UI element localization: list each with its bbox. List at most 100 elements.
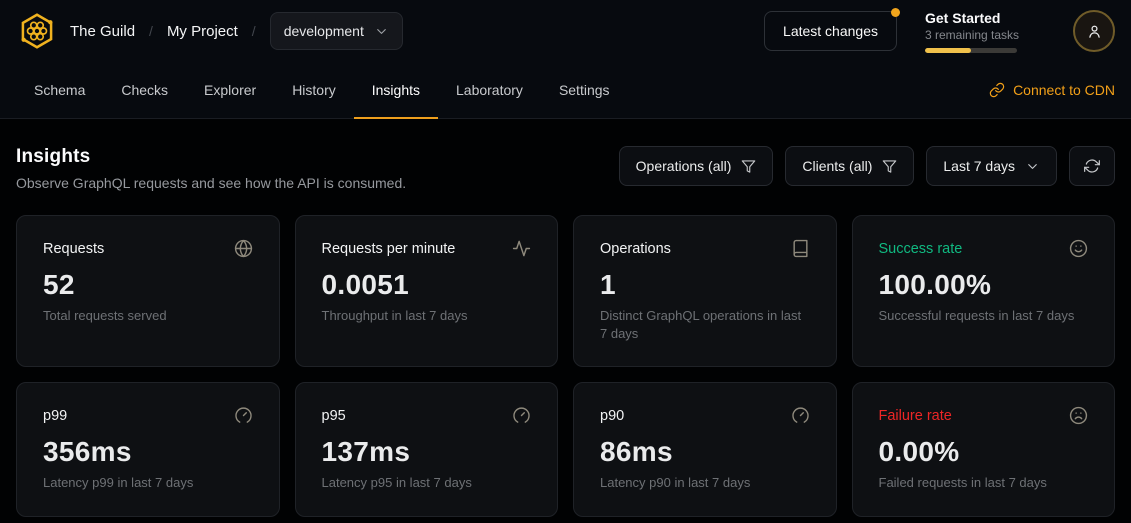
stat-card-subtitle: Throughput in last 7 days	[322, 307, 532, 325]
gauge-icon	[791, 406, 810, 425]
stat-card-header: Requests	[43, 239, 253, 258]
tab-history[interactable]: History	[274, 62, 354, 119]
stat-card-failure-rate: Failure rate 0.00% Failed requests in last…	[852, 382, 1116, 517]
insights-page: Insights Observe GraphQL requests and se…	[0, 119, 1131, 523]
stat-card-title: Failure rate	[879, 408, 952, 424]
clients-filter-label: Clients (all)	[802, 158, 872, 174]
tab-settings[interactable]: Settings	[541, 62, 628, 119]
stat-card-title: p90	[600, 408, 624, 424]
stat-card-title: Requests per minute	[322, 241, 456, 257]
stat-card-header: Operations	[600, 239, 810, 258]
breadcrumb-separator: /	[149, 23, 153, 39]
activity-icon	[512, 239, 531, 258]
tab-bar: SchemaChecksExplorerHistoryInsightsLabor…	[0, 62, 1131, 119]
stat-card-value: 137ms	[322, 436, 532, 468]
latest-changes-label: Latest changes	[783, 23, 878, 39]
gauge-icon	[512, 406, 531, 425]
stat-card-requests: Requests 52 Total requests served	[16, 215, 280, 367]
breadcrumb: The Guild / My Project / development	[70, 12, 403, 50]
target-selector-value: development	[284, 23, 364, 39]
stat-card-success-rate: Success rate 100.00% Successful requests i…	[852, 215, 1116, 367]
stat-card-requests-per-minute: Requests per minute 0.0051 Throughput in l…	[295, 215, 559, 367]
latest-changes-button[interactable]: Latest changes	[764, 11, 897, 51]
stat-card-subtitle: Total requests served	[43, 307, 253, 325]
operations-filter-label: Operations (all)	[636, 158, 732, 174]
get-started-progress-fill	[925, 48, 971, 53]
stat-card-header: Success rate	[879, 239, 1089, 258]
stat-card-header: Requests per minute	[322, 239, 532, 258]
date-range-label: Last 7 days	[943, 158, 1015, 174]
target-selector[interactable]: development	[270, 12, 403, 50]
stat-card-p95: p95 137ms Latency p95 in last 7 days	[295, 382, 559, 517]
stat-card-p99: p99 356ms Latency p99 in last 7 days	[16, 382, 280, 517]
user-icon	[1086, 23, 1103, 40]
stat-card-title: Operations	[600, 241, 671, 257]
stat-card-subtitle: Successful requests in last 7 days	[879, 307, 1089, 325]
operations-filter-button[interactable]: Operations (all)	[619, 146, 774, 186]
get-started-title: Get Started	[925, 10, 1045, 26]
filter-toolbar: Operations (all) Clients (all) Last 7 da…	[619, 146, 1115, 186]
page-description: Observe GraphQL requests and see how the…	[16, 175, 406, 191]
tab-explorer[interactable]: Explorer	[186, 62, 274, 119]
stats-grid: Requests52Total requests servedRequests …	[16, 215, 1115, 517]
get-started-progress	[925, 48, 1017, 53]
breadcrumb-org[interactable]: The Guild	[70, 23, 135, 40]
stat-card-title: Requests	[43, 241, 104, 257]
stat-card-subtitle: Latency p95 in last 7 days	[322, 474, 532, 492]
stat-card-value: 0.0051	[322, 269, 532, 301]
stat-card-value: 52	[43, 269, 253, 301]
notification-dot	[891, 8, 900, 17]
stat-card-subtitle: Distinct GraphQL operations in last 7 da…	[600, 307, 810, 342]
stat-card-header: p90	[600, 406, 810, 425]
globe-icon	[234, 239, 253, 258]
stat-card-value: 0.00%	[879, 436, 1089, 468]
section-header: Insights Observe GraphQL requests and se…	[16, 146, 1115, 191]
avatar[interactable]	[1073, 10, 1115, 52]
tab-schema[interactable]: Schema	[16, 62, 103, 119]
stat-card-title: Success rate	[879, 241, 963, 257]
chevron-down-icon	[1025, 159, 1040, 174]
filter-icon	[741, 159, 756, 174]
breadcrumb-project[interactable]: My Project	[167, 23, 238, 40]
stat-card-subtitle: Failed requests in last 7 days	[879, 474, 1089, 492]
frown-icon	[1069, 406, 1088, 425]
stat-card-value: 1	[600, 269, 810, 301]
stat-card-subtitle: Latency p99 in last 7 days	[43, 474, 253, 492]
refresh-icon	[1084, 158, 1100, 174]
tab-checks[interactable]: Checks	[103, 62, 186, 119]
stat-card-value: 100.00%	[879, 269, 1089, 301]
stat-card-title: p99	[43, 408, 67, 424]
smile-icon	[1069, 239, 1088, 258]
chevron-down-icon	[374, 24, 389, 39]
stat-card-header: Failure rate	[879, 406, 1089, 425]
tab-laboratory[interactable]: Laboratory	[438, 62, 541, 119]
header-actions: Latest changes Get Started 3 remaining t…	[764, 10, 1115, 53]
link-icon	[989, 82, 1005, 98]
book-icon	[791, 239, 810, 258]
stat-card-title: p95	[322, 408, 346, 424]
page-heading-block: Insights Observe GraphQL requests and se…	[16, 146, 406, 191]
get-started-widget[interactable]: Get Started 3 remaining tasks	[925, 10, 1045, 53]
stat-card-value: 356ms	[43, 436, 253, 468]
stat-card-header: p95	[322, 406, 532, 425]
stat-card-header: p99	[43, 406, 253, 425]
filter-icon	[882, 159, 897, 174]
refresh-button[interactable]	[1069, 146, 1115, 186]
stat-card-p90: p90 86ms Latency p90 in last 7 days	[573, 382, 837, 517]
stat-card-subtitle: Latency p90 in last 7 days	[600, 474, 810, 492]
app-window: The Guild / My Project / development Lat…	[0, 0, 1131, 523]
get-started-subtitle: 3 remaining tasks	[925, 28, 1045, 42]
clients-filter-button[interactable]: Clients (all)	[785, 146, 914, 186]
page-title: Insights	[16, 146, 406, 168]
app-header: The Guild / My Project / development Lat…	[0, 0, 1131, 62]
stat-card-operations: Operations 1 Distinct GraphQL operations i…	[573, 215, 837, 367]
breadcrumb-separator: /	[252, 23, 256, 39]
date-range-select[interactable]: Last 7 days	[926, 146, 1057, 186]
connect-to-cdn-link[interactable]: Connect to CDN	[989, 62, 1115, 118]
guild-logo-icon[interactable]	[16, 10, 58, 52]
tabs-container: SchemaChecksExplorerHistoryInsightsLabor…	[16, 62, 628, 118]
tab-insights[interactable]: Insights	[354, 62, 438, 119]
stat-card-value: 86ms	[600, 436, 810, 468]
connect-to-cdn-label: Connect to CDN	[1013, 82, 1115, 98]
gauge-icon	[234, 406, 253, 425]
